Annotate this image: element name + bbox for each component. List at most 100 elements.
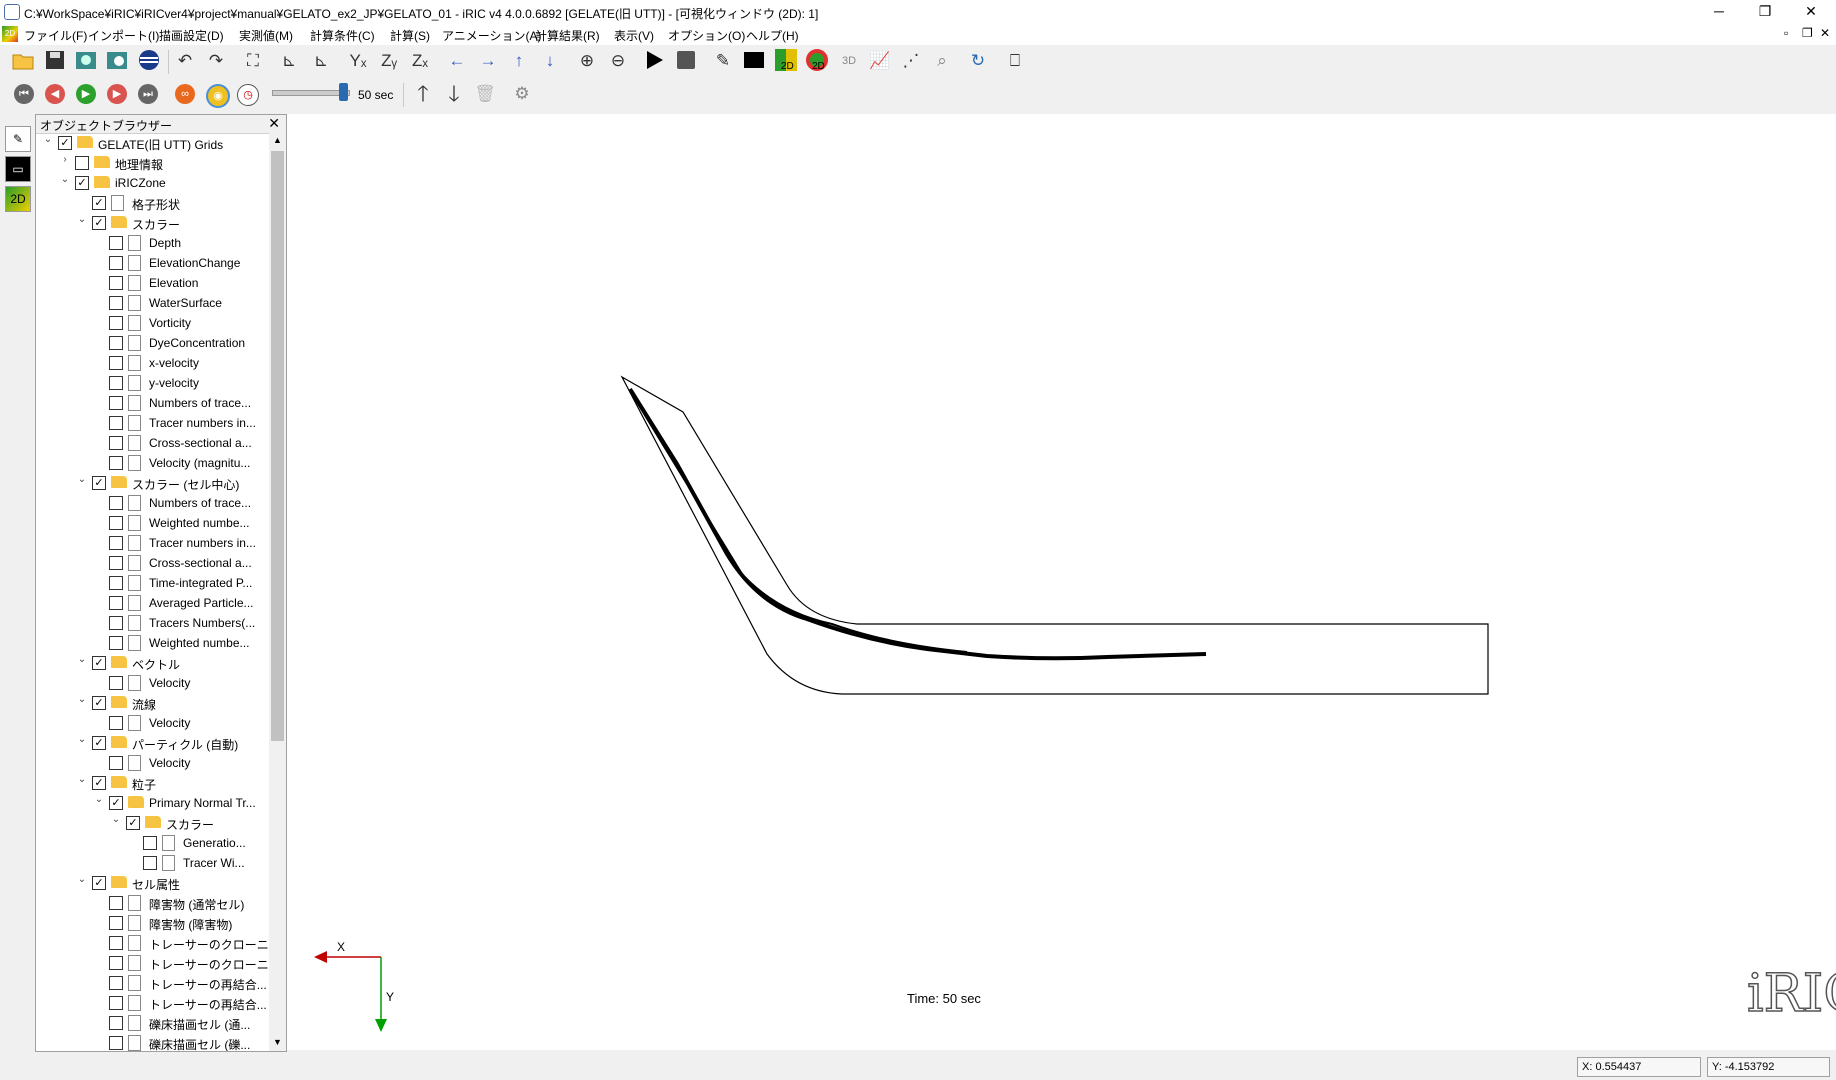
visibility-checkbox[interactable] [109, 556, 123, 570]
tree-row[interactable]: 障害物 (障害物) [36, 913, 269, 933]
tree-row[interactable]: ⌄ ✓ 流線 [36, 693, 269, 713]
tree-row[interactable]: Depth [36, 233, 269, 253]
menu-file[interactable]: ファイル(F) [24, 27, 87, 44]
visibility-checkbox[interactable] [75, 156, 89, 170]
tree-row[interactable]: DyeConcentration [36, 333, 269, 353]
undo-icon[interactable]: ↶ [172, 48, 198, 74]
tree-row[interactable]: x-velocity [36, 353, 269, 373]
tree-row[interactable]: ⌄ ✓ 粒子 [36, 773, 269, 793]
chevron-down-icon[interactable]: ⌄ [93, 794, 105, 805]
stop-calculation-icon[interactable] [673, 48, 699, 74]
refresh-icon[interactable]: ↻ [965, 48, 991, 74]
visibility-checkbox[interactable] [109, 976, 123, 990]
tree-row[interactable]: Time-integrated P... [36, 573, 269, 593]
chevron-down-icon[interactable]: ⌄ [76, 874, 88, 885]
tree-row[interactable]: 礫床描画セル (通... [36, 1013, 269, 1033]
fit-view-icon[interactable]: ⛶ [240, 48, 266, 74]
visualization-canvas[interactable]: X Y Time: 50 sec iRIC [287, 114, 1836, 1050]
visibility-checkbox[interactable] [109, 1036, 123, 1050]
mouse-hint-icon[interactable]: ⎕ [1002, 48, 1028, 74]
animation-slider[interactable] [272, 83, 350, 101]
new-2d-bird-window-icon[interactable]: 2D [804, 48, 830, 74]
move-up-object-icon[interactable]: 🡑 [410, 81, 436, 107]
move-up-icon[interactable]: ↑ [506, 48, 532, 74]
visibility-checkbox[interactable] [109, 616, 123, 630]
google-earth-icon[interactable] [136, 48, 162, 74]
chevron-down-icon[interactable]: ⌄ [76, 654, 88, 665]
visibility-checkbox[interactable] [109, 296, 123, 310]
solver-console-icon[interactable] [741, 48, 767, 74]
visibility-checkbox[interactable]: ✓ [92, 876, 106, 890]
visibility-checkbox[interactable] [109, 516, 123, 530]
maximize-button[interactable]: ❐ [1742, 0, 1788, 24]
tree-row[interactable]: Tracer numbers in... [36, 413, 269, 433]
menu-view[interactable]: 表示(V) [614, 27, 654, 44]
reset-rotation-icon[interactable]: ⊾ [276, 48, 302, 74]
mdi-minimize-button[interactable]: ▫ [1784, 26, 1788, 40]
visibility-checkbox[interactable] [109, 576, 123, 590]
tree-row[interactable]: ⌄ ✓ GELATE(旧 UTT) Grids [36, 133, 269, 153]
tree-row[interactable]: Velocity [36, 673, 269, 693]
menu-results[interactable]: 計算結果(R) [535, 27, 600, 44]
chevron-down-icon[interactable]: ⌄ [76, 774, 88, 785]
visibility-checkbox[interactable] [109, 756, 123, 770]
play-icon[interactable]: ▶ [76, 84, 96, 104]
visibility-checkbox[interactable]: ✓ [58, 136, 72, 150]
tree-row[interactable]: Tracer numbers in... [36, 533, 269, 553]
tree-row[interactable]: 障害物 (通常セル) [36, 893, 269, 913]
object-browser-close-icon[interactable]: ✕ [268, 115, 280, 132]
redo-icon[interactable]: ↷ [203, 48, 229, 74]
visibility-checkbox[interactable] [109, 376, 123, 390]
tree-row[interactable]: トレーサーのクローニ... [36, 933, 269, 953]
tree-row[interactable]: Weighted numbe... [36, 513, 269, 533]
tree-row[interactable]: ElevationChange [36, 253, 269, 273]
time-icon[interactable]: ◷ [237, 84, 259, 106]
move-down-icon[interactable]: ↓ [537, 48, 563, 74]
visibility-checkbox[interactable] [109, 896, 123, 910]
graph-window-icon[interactable]: 📈 [867, 48, 893, 74]
visibility-checkbox[interactable] [109, 536, 123, 550]
tree-row[interactable]: Cross-sectional a... [36, 553, 269, 573]
visibility-checkbox[interactable] [109, 356, 123, 370]
mdi-restore-button[interactable]: ❐ [1802, 26, 1813, 40]
visibility-checkbox[interactable]: ✓ [92, 696, 106, 710]
new-2d-window-icon[interactable]: 2D [773, 48, 799, 74]
tree-row[interactable]: Elevation [36, 273, 269, 293]
chevron-right-icon[interactable]: › [59, 154, 71, 165]
scrollbar-thumb[interactable] [271, 151, 284, 741]
menu-animation[interactable]: アニメーション(A) [442, 27, 542, 44]
tree-row[interactable]: Velocity (magnitu... [36, 453, 269, 473]
tree-row[interactable]: ⌄ ✓ スカラー [36, 213, 269, 233]
view-xy-icon[interactable]: Yₓ [345, 48, 371, 74]
visibility-checkbox[interactable]: ✓ [92, 736, 106, 750]
menu-options[interactable]: オプション(O) [668, 27, 745, 44]
move-left-icon[interactable]: ← [444, 48, 470, 74]
tree-row[interactable]: ⌄ ✓ セル属性 [36, 873, 269, 893]
scroll-up-icon[interactable]: ▲ [273, 135, 282, 145]
scattered-graph-icon[interactable]: ⋰ [898, 48, 924, 74]
tree-row[interactable]: ⌄ ✓ スカラー [36, 813, 269, 833]
tree-row[interactable]: トレーサーの再結合... [36, 973, 269, 993]
visibility-checkbox[interactable]: ✓ [92, 476, 106, 490]
visibility-checkbox[interactable]: ✓ [109, 796, 123, 810]
tree-row[interactable]: ⌄ ✓ ベクトル [36, 653, 269, 673]
zoom-in-icon[interactable]: ⊕ [574, 48, 600, 74]
tree-row[interactable]: WaterSurface [36, 293, 269, 313]
delete-object-icon[interactable]: 🗑 [472, 81, 498, 107]
menu-draw-settings[interactable]: 描画設定(D) [159, 27, 224, 44]
move-right-icon[interactable]: → [475, 48, 501, 74]
menu-measured[interactable]: 実測値(M) [239, 27, 293, 44]
menu-calc-conditions[interactable]: 計算条件(C) [310, 27, 375, 44]
visibility-checkbox[interactable] [109, 676, 123, 690]
tree-row[interactable]: 礫床描画セル (礫... [36, 1033, 269, 1051]
visibility-checkbox[interactable] [109, 396, 123, 410]
visibility-checkbox[interactable] [143, 856, 157, 870]
save-icon[interactable] [42, 48, 68, 74]
rotate-90-icon[interactable]: ⊾ [308, 48, 334, 74]
chevron-down-icon[interactable]: ⌄ [76, 694, 88, 705]
tree-row[interactable]: Weighted numbe... [36, 633, 269, 653]
close-button[interactable]: ✕ [1788, 0, 1834, 24]
mdi-close-button[interactable]: ✕ [1820, 26, 1830, 40]
open-folder-icon[interactable] [10, 48, 36, 74]
visibility-checkbox[interactable]: ✓ [92, 656, 106, 670]
